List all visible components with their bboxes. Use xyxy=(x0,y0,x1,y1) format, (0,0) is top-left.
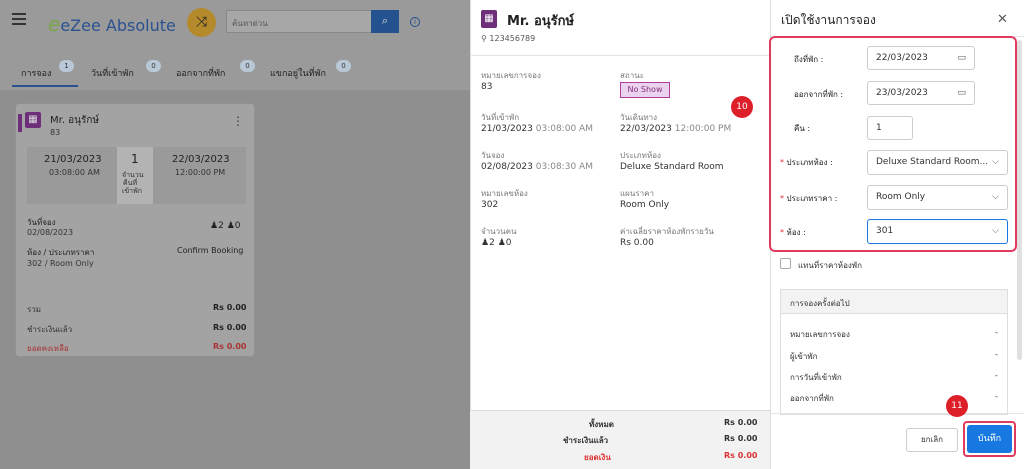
footer-total: Rs 0.00 xyxy=(724,418,758,427)
next-item-value: - xyxy=(995,392,998,401)
adult-icon: ♟ xyxy=(481,238,490,248)
room-type: Deluxe Standard Room xyxy=(620,162,724,172)
building-icon: ▦ xyxy=(481,10,497,28)
booking-status: Confirm Booking xyxy=(177,246,244,255)
step-marker-10: 10 xyxy=(731,96,753,118)
building-icon: ▦ xyxy=(25,112,41,128)
depart-label: วันเดินทาง xyxy=(620,113,658,122)
highlight-box xyxy=(769,36,1017,252)
res-no-label: หมายเลขการจอง xyxy=(481,71,541,80)
avg-rate-label: ค่าเฉลี่ยราคาห้องพักรายวัน xyxy=(620,227,714,236)
balance-label: ยอดคงเหลือ xyxy=(27,344,69,353)
depart-value: 22/03/2023 12:00:00 PM xyxy=(620,124,732,134)
card-accent xyxy=(18,114,22,132)
card-nights: 1 xyxy=(131,152,139,166)
card-checkin-date: 21/03/2023 xyxy=(44,154,102,165)
room-no-label: หมายเลขห้อง xyxy=(481,189,528,198)
next-item-value: - xyxy=(995,371,998,380)
child-icon: ♟ xyxy=(226,221,235,231)
tab-reservations[interactable]: การจอง xyxy=(21,66,51,80)
more-icon[interactable]: ⋮ xyxy=(232,114,244,128)
booked-label: วันจอง xyxy=(481,151,505,160)
pax-label: จำนวนคน xyxy=(481,227,517,236)
cancel-button[interactable]: ยกเลิก xyxy=(906,428,958,452)
status-label: สถานะ xyxy=(620,71,644,80)
pax-value: ♟2 ♟0 xyxy=(481,238,512,248)
rate-plan: Room Only xyxy=(620,200,670,210)
panel-title: เปิดใช้งานการจอง xyxy=(781,13,876,27)
footer-balance-label: ยอดเงิน xyxy=(584,453,611,462)
tab-badge: 0 xyxy=(336,60,351,72)
paid-label: ชำระเงินแล้ว xyxy=(27,325,73,334)
search-input[interactable]: ค้นหาด่วน xyxy=(226,10,372,33)
tab-in-house[interactable]: แขกอยู่ในที่พัก xyxy=(270,66,326,80)
save-button[interactable]: บันทึก xyxy=(967,425,1012,453)
scrollbar[interactable] xyxy=(1017,40,1022,360)
tab-departures[interactable]: ออกจากที่พัก xyxy=(176,66,225,80)
status-badge: No Show xyxy=(620,82,670,98)
override-rate-checkbox[interactable] xyxy=(780,258,791,269)
tab-arrivals[interactable]: วันที่เข้าพัก xyxy=(91,66,134,80)
next-item-label: ผู้เข้าพัก xyxy=(790,352,818,361)
divider xyxy=(770,413,1024,414)
next-booking-title: การจองครั้งต่อไป xyxy=(790,299,850,308)
room-rate: 302 / Room Only xyxy=(27,259,94,268)
card-booking-id: 83 xyxy=(50,128,61,137)
child-icon: ♟ xyxy=(497,238,506,248)
total-value: Rs 0.00 xyxy=(213,303,247,312)
tab-badge: 1 xyxy=(59,60,74,72)
checkin-label: วันที่เข้าพัก xyxy=(481,113,520,122)
detail-guest-name: Mr. อนุรักษ์ xyxy=(507,14,575,29)
res-no: 83 xyxy=(481,82,493,92)
footer-paid-label: ชำระเงินแล้ว xyxy=(563,436,609,445)
avg-rate: Rs 0.00 xyxy=(620,238,654,248)
next-item-label: หมายเลขการจอง xyxy=(790,330,850,339)
booking-date: 02/08/2023 xyxy=(27,228,74,237)
override-rate-label: แทนที่ราคาห้องพัก xyxy=(798,261,862,270)
booked-value: 02/08/2023 03:08:30 AM xyxy=(481,162,593,172)
card-checkout-date: 22/03/2023 xyxy=(172,154,230,165)
nights-label: เข้าพัก xyxy=(122,187,142,195)
search-button[interactable]: ⌕ xyxy=(371,10,399,33)
next-item-value: - xyxy=(995,350,998,359)
next-item-label: การวันที่เข้าพัก xyxy=(790,373,842,382)
footer-paid: Rs 0.00 xyxy=(724,434,758,443)
info-icon[interactable]: i xyxy=(410,17,420,27)
next-item-label: ออกจากที่พัก xyxy=(790,394,834,403)
card-guest-name: Mr. อนุรักษ์ xyxy=(50,115,100,126)
tab-badge: 0 xyxy=(146,60,161,72)
card-pax: ♟2 ♟0 xyxy=(210,221,241,231)
next-item-value: - xyxy=(995,328,998,337)
detail-phone: ⚲ 123456789 xyxy=(481,34,536,43)
footer-total-label: ทั้งหมด xyxy=(589,420,614,429)
logo-mark-icon: e xyxy=(48,12,61,36)
rate-plan-label: แผนราคา xyxy=(620,189,654,198)
room-rate-label: ห้อง / ประเภทราคา xyxy=(27,248,95,257)
divider xyxy=(470,55,770,56)
menu-icon[interactable] xyxy=(12,13,26,25)
checkin-value: 21/03/2023 03:08:00 AM xyxy=(481,124,593,134)
link-icon: ⚲ xyxy=(481,34,487,43)
active-tab-indicator xyxy=(12,85,78,87)
app-logo: eeZee Absolute xyxy=(48,12,176,36)
room-no: 302 xyxy=(481,200,499,210)
room-type-label: ประเภทห้อง xyxy=(620,151,661,160)
total-label: รวม xyxy=(27,305,42,314)
tab-badge: 0 xyxy=(240,60,255,72)
card-checkin-time: 03:08:00 AM xyxy=(49,168,100,177)
adult-icon: ♟ xyxy=(210,221,219,231)
booking-card[interactable]: ▦ Mr. อนุรักษ์ 83 ⋮ 21/03/2023 03:08:00 … xyxy=(15,103,255,357)
paid-value: Rs 0.00 xyxy=(213,323,247,332)
close-icon[interactable]: ✕ xyxy=(997,12,1008,27)
balance-value: Rs 0.00 xyxy=(213,342,247,351)
shuffle-icon[interactable]: ⤨ xyxy=(187,8,216,37)
footer-balance: Rs 0.00 xyxy=(724,451,758,460)
card-checkout-time: 12:00:00 PM xyxy=(175,168,226,177)
search-icon: ⌕ xyxy=(381,14,389,27)
step-marker-11: 11 xyxy=(946,395,968,417)
